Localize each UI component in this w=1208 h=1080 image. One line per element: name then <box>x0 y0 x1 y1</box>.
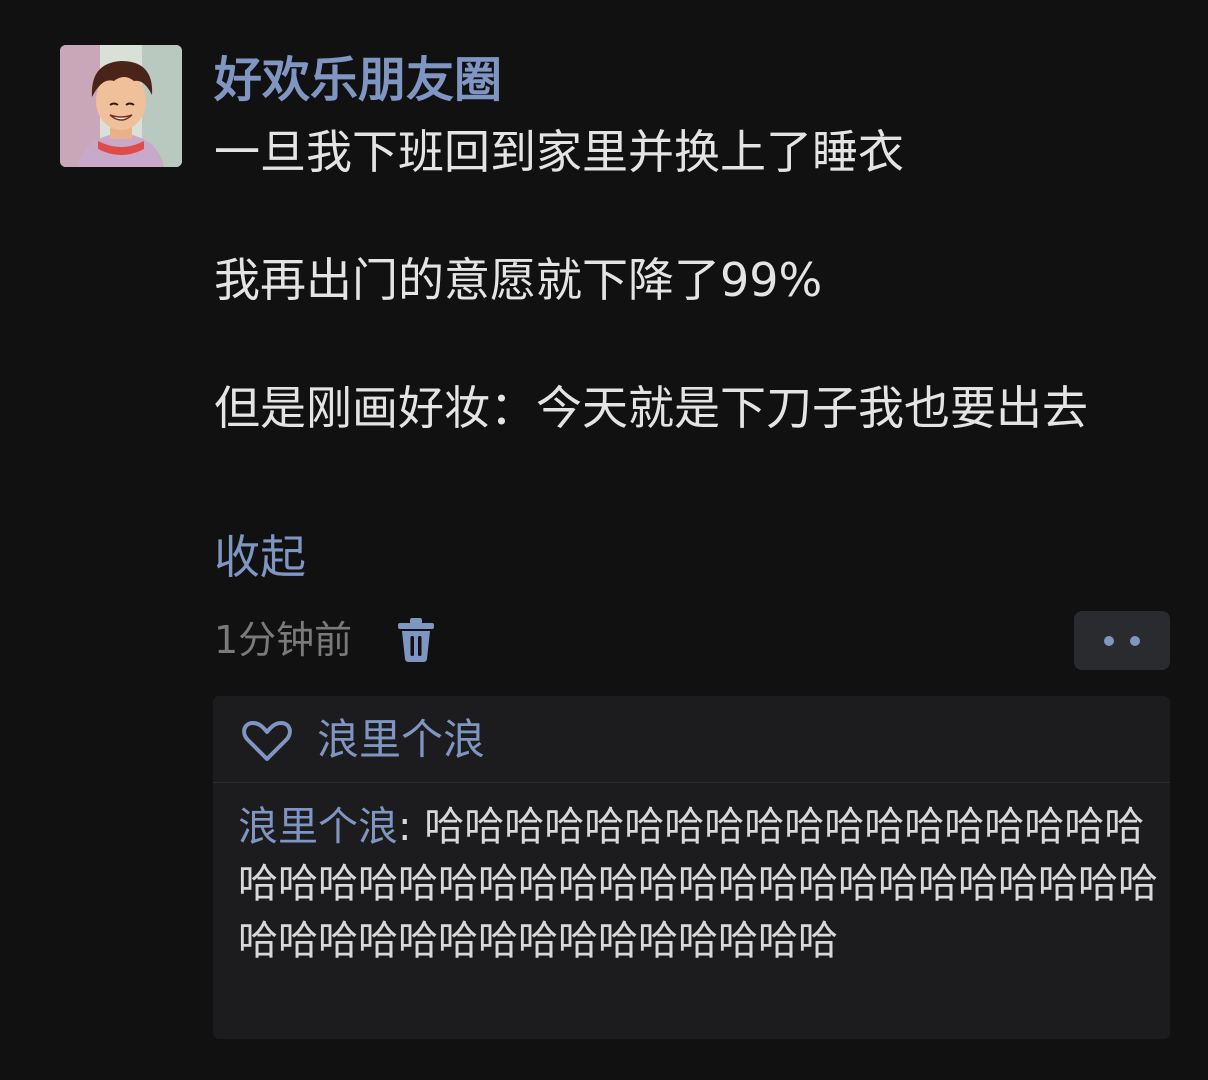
interaction-panel: 浪里个浪 浪里个浪: 哈哈哈哈哈哈哈哈哈哈哈哈哈哈哈哈哈哈哈哈哈哈哈哈哈哈哈哈哈… <box>213 696 1170 1039</box>
avatar[interactable] <box>60 45 182 167</box>
post-line: 我再出门的意愿就下降了99% <box>214 253 823 307</box>
trash-icon <box>398 618 434 662</box>
heart-outline-icon <box>242 721 292 761</box>
avatar-image <box>60 45 182 167</box>
likes-row: 浪里个浪 <box>213 696 1170 783</box>
comment-separator: : <box>398 804 425 850</box>
comment[interactable]: 浪里个浪: 哈哈哈哈哈哈哈哈哈哈哈哈哈哈哈哈哈哈哈哈哈哈哈哈哈哈哈哈哈哈哈哈哈哈… <box>238 799 1158 970</box>
more-dots-icon <box>1130 636 1140 646</box>
post-line: 但是刚画好妆：今天就是下刀子我也要出去 <box>214 381 1088 435</box>
like-user-name[interactable]: 浪里个浪 <box>317 710 485 770</box>
comment-author[interactable]: 浪里个浪 <box>238 804 398 850</box>
delete-button[interactable] <box>396 617 436 663</box>
post-line: 一旦我下班回到家里并换上了睡衣 <box>214 125 904 179</box>
more-button[interactable] <box>1074 611 1170 670</box>
collapse-link[interactable]: 收起 <box>214 525 306 589</box>
more-dots-icon <box>1104 636 1114 646</box>
post-timestamp: 1分钟前 <box>214 618 353 662</box>
post-username[interactable]: 好欢乐朋友圈 <box>214 50 502 110</box>
post-body: 一旦我下班回到家里并换上了睡衣 我再出门的意愿就下降了99% 但是刚画好妆：今天… <box>214 120 1164 440</box>
